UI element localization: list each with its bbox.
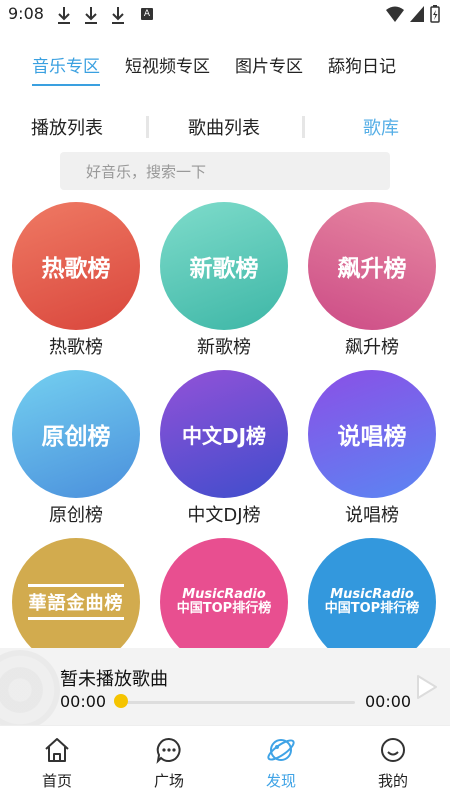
chart-music-radio-pink-cover[interactable]: MusicRadio 中国TOP排行榜: [160, 538, 288, 666]
tab-picture-zone[interactable]: 图片专区: [235, 52, 303, 77]
current-time: 00:00: [60, 692, 107, 711]
chart-new-cover-text: 新歌榜: [189, 256, 259, 282]
sub-tabs: 播放列表 歌曲列表 歌库: [0, 112, 450, 142]
chart-dj-cover-text: 中文DJ榜: [181, 423, 267, 448]
chart-original[interactable]: 原创榜 原创榜: [6, 368, 146, 528]
logo-bar: [28, 584, 124, 587]
nav-square[interactable]: 广场: [114, 726, 224, 801]
subtab-divider: [146, 116, 149, 138]
music-radio-logo-line2: 中国TOP排行榜: [176, 601, 272, 616]
tab-music-zone[interactable]: 音乐专区: [32, 52, 100, 77]
active-tab-underline: [32, 84, 100, 86]
nav-home-label: 首页: [41, 772, 72, 790]
progress-track[interactable]: [121, 701, 355, 704]
chart-dj-caption: 中文DJ榜: [187, 505, 261, 526]
download-icon: [112, 7, 124, 24]
chart-hot[interactable]: 热歌榜 热歌榜: [6, 200, 146, 360]
chart-rap[interactable]: 说唱榜 说唱榜: [302, 368, 442, 528]
chart-dj-cover[interactable]: 中文DJ榜: [160, 370, 288, 498]
chart-hot-cover-text: 热歌榜: [41, 256, 111, 282]
nav-discover[interactable]: 发现: [226, 726, 336, 801]
bottom-nav: 首页 广场 发现 我的: [0, 725, 450, 801]
nav-home[interactable]: 首页: [2, 726, 112, 801]
tab-short-video-zone[interactable]: 短视频专区: [125, 52, 210, 77]
chart-soaring-caption: 飙升榜: [345, 337, 399, 358]
chart-new-caption: 新歌榜: [197, 337, 251, 358]
music-radio-logo: MusicRadio 中国TOP排行榜: [177, 588, 271, 615]
nav-square-label: 广场: [153, 772, 184, 790]
chart-original-caption: 原创榜: [49, 505, 103, 526]
search-box: [60, 152, 390, 192]
chart-soaring[interactable]: 飙升榜 飙升榜: [302, 200, 442, 360]
nav-mine-label: 我的: [377, 772, 408, 790]
music-radio-logo: MusicRadio 中国TOP排行榜: [325, 588, 419, 615]
top-tabs: 音乐专区 短视频专区 图片专区 舔狗日记: [0, 48, 450, 88]
chinese-gold-logo: 華語金曲榜: [28, 582, 124, 622]
music-radio-logo-line1: MusicRadio: [182, 587, 266, 603]
subtab-divider: [302, 116, 305, 138]
chart-original-cover[interactable]: 原创榜: [12, 370, 140, 498]
status-bar: 9:08 A: [0, 0, 450, 30]
battery-icon: [430, 5, 440, 23]
subtab-playlist[interactable]: 播放列表: [31, 114, 103, 140]
download-icon: [85, 7, 97, 24]
chart-soaring-cover[interactable]: 飙升榜: [308, 202, 436, 330]
tab-diary[interactable]: 舔狗日记: [328, 52, 396, 77]
music-radio-logo-line1: MusicRadio: [330, 587, 414, 603]
signal-icon: [410, 6, 424, 22]
chart-hot-caption: 热歌榜: [49, 337, 103, 358]
chart-rap-cover[interactable]: 说唱榜: [308, 370, 436, 498]
music-radio-logo-line2: 中国TOP排行榜: [324, 601, 420, 616]
chart-hot-cover[interactable]: 热歌榜: [12, 202, 140, 330]
chart-new-cover[interactable]: 新歌榜: [160, 202, 288, 330]
chart-dj[interactable]: 中文DJ榜 中文DJ榜: [154, 368, 294, 528]
search-input[interactable]: [60, 152, 388, 192]
chart-original-cover-text: 原创榜: [41, 424, 111, 450]
planet-icon: [267, 739, 295, 761]
smile-icon: [381, 738, 405, 762]
chat-icon: [156, 737, 181, 764]
chart-music-radio-blue-cover[interactable]: MusicRadio 中国TOP排行榜: [308, 538, 436, 666]
subtab-library[interactable]: 歌库: [363, 114, 399, 140]
subtab-song-list[interactable]: 歌曲列表: [188, 114, 260, 140]
total-time: 00:00: [365, 692, 412, 711]
status-time: 9:08: [8, 4, 44, 23]
notification-a-icon: A: [141, 8, 153, 20]
player-title: 暂未播放歌曲: [60, 669, 168, 690]
vinyl-disc-icon: [0, 650, 60, 730]
chart-rap-caption: 说唱榜: [345, 505, 399, 526]
chart-new[interactable]: 新歌榜 新歌榜: [154, 200, 294, 360]
progress-knob[interactable]: [114, 694, 128, 708]
nav-mine[interactable]: 我的: [338, 726, 448, 801]
chart-soaring-cover-text: 飙升榜: [337, 256, 407, 282]
chart-chinese-gold-cover[interactable]: 華語金曲榜: [12, 538, 140, 666]
logo-bar: [28, 617, 124, 620]
play-icon[interactable]: [416, 674, 438, 700]
home-icon: [45, 738, 69, 762]
chart-rap-cover-text: 说唱榜: [337, 424, 407, 450]
wifi-icon: [386, 6, 404, 22]
nav-discover-label: 发现: [265, 772, 296, 790]
mini-player[interactable]: 暂未播放歌曲 00:00 00:00: [0, 648, 450, 730]
status-indicators: [386, 5, 440, 23]
download-icon: [58, 7, 70, 24]
chinese-gold-logo-text: 華語金曲榜: [28, 593, 124, 614]
